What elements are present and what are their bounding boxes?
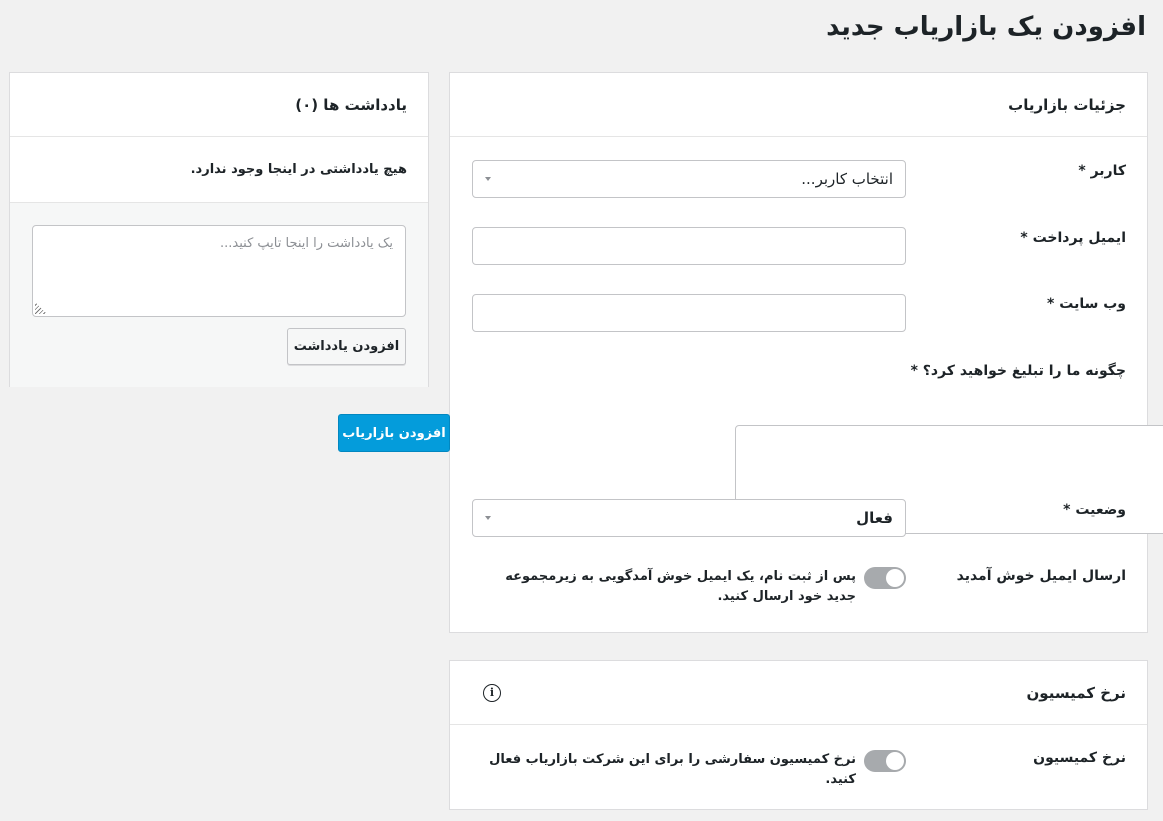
chevron-down-icon [485,516,491,520]
note-placeholder: یک یادداشت را اینجا تایپ کنید... [220,236,393,251]
commission-header: نرخ کمیسیون i [450,661,1147,725]
welcome-email-option: پس از ثبت نام، یک ایمیل خوش آمدگویی به ز… [472,567,906,607]
chevron-down-icon [485,177,491,181]
welcome-email-toggle[interactable] [864,567,906,589]
payment-email-label: ایمیل پرداخت * [1020,230,1126,246]
affiliate-details-header: جزئیات بازاریاب [450,73,1147,137]
page-title: افزودن یک بازاریاب جدید [826,12,1146,42]
affiliate-details-title: جزئیات بازاریاب [1008,95,1126,114]
notes-header: یادداشت ها (۰) [10,73,428,137]
user-select[interactable]: انتخاب کاربر... [472,160,906,198]
notes-card: یادداشت ها (۰) هیچ یادداشتی در اینجا وجو… [9,72,429,387]
promote-label: چگونه ما را تبلیغ خواهید کرد؟ * [910,363,1126,379]
website-label: وب سایت * [1047,296,1126,312]
commission-rate-label: نرخ کمیسیون [1033,750,1126,766]
notes-title: یادداشت ها (۰) [295,95,407,114]
notes-compose: یک یادداشت را اینجا تایپ کنید... افزودن … [10,203,428,387]
user-select-value: انتخاب کاربر... [801,170,893,188]
add-note-button[interactable]: افزودن یادداشت [287,328,406,365]
status-select-value: فعال [856,509,893,527]
status-label: وضعیت * [1063,502,1126,518]
payment-email-input[interactable] [472,227,906,265]
notes-empty-message: هیچ یادداشتی در اینجا وجود ندارد. [10,137,428,203]
note-textarea[interactable]: یک یادداشت را اینجا تایپ کنید... [32,225,406,317]
resize-handle-icon[interactable] [35,302,47,314]
commission-rate-toggle[interactable] [864,750,906,772]
commission-card: نرخ کمیسیون i نرخ کمیسیون نرخ کمیسیون سف… [449,660,1148,810]
welcome-email-label: ارسال ایمیل خوش آمدید [956,568,1126,584]
commission-rate-option: نرخ کمیسیون سفارشی را برای این شرکت بازا… [472,750,906,790]
status-select[interactable]: فعال [472,499,906,537]
commission-title: نرخ کمیسیون [1026,683,1127,702]
toggle-knob [886,752,904,770]
website-input[interactable] [472,294,906,332]
add-affiliate-button[interactable]: افزودن بازاریاب [338,414,450,452]
welcome-email-description: پس از ثبت نام، یک ایمیل خوش آمدگویی به ز… [505,569,856,604]
affiliate-details-card: جزئیات بازاریاب کاربر * انتخاب کاربر... … [449,72,1163,633]
user-label: کاربر * [1078,163,1126,179]
info-icon[interactable]: i [483,683,501,702]
toggle-knob [886,569,904,587]
commission-rate-description: نرخ کمیسیون سفارشی را برای این شرکت بازا… [489,752,856,787]
